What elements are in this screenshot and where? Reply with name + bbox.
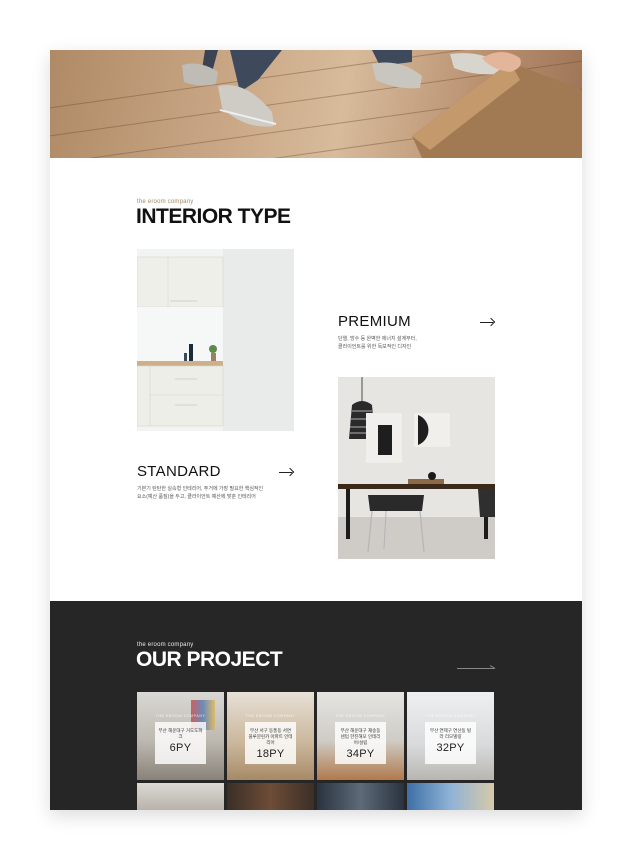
- project-card-size: 18PY: [256, 748, 285, 760]
- project-card-partial[interactable]: [407, 783, 494, 810]
- project-card-size: 34PY: [346, 748, 375, 760]
- hero-people-illustration: [182, 50, 582, 158]
- hero-image: [50, 50, 582, 158]
- project-card-brand-mark: THE EROOM COMPANY: [335, 714, 386, 718]
- project-card[interactable]: THE EROOM COMPANY 부산 해운대구 재송동 센텀 한진해모 인테…: [317, 692, 404, 780]
- project-card-partial[interactable]: [317, 783, 404, 810]
- standard-kitchen-image[interactable]: [137, 249, 294, 431]
- project-card-label-plate: 부산 해운대구 재송동 센텀 한진해모 인테리어/설립 34PY: [335, 722, 386, 764]
- standard-description: 기본기 탄탄한 실속형 인테리어, 주거에 가장 필요한 핵심적인 요소(예산 …: [137, 485, 277, 501]
- project-heading: OUR PROJECT: [136, 648, 283, 671]
- project-card-brand-mark: THE EROOM COMPANY: [245, 714, 296, 718]
- premium-desc-line-2: 클라이언트를 위한 독보적인 디자인: [338, 344, 412, 350]
- premium-title[interactable]: PREMIUM: [338, 313, 411, 330]
- project-card-brand-mark: THE EROOM COMPANY: [155, 714, 206, 718]
- standard-title[interactable]: STANDARD: [137, 463, 221, 480]
- standard-arrow-icon[interactable]: [279, 467, 295, 476]
- project-card[interactable]: THE EROOM COMPANY 부산 연제구 연산동 빌라 리모델링 32P…: [407, 692, 494, 780]
- project-card-size: 6PY: [169, 742, 192, 754]
- project-more-arrow-icon[interactable]: [457, 663, 496, 669]
- interior-heading: INTERIOR TYPE: [136, 205, 291, 228]
- project-card-brand-mark: THE EROOM COMPANY: [425, 714, 476, 718]
- premium-description: 단열, 방수 등 완벽한 에너지 설계부터, 클라이언트를 위한 독보적인 디자…: [338, 335, 478, 351]
- project-card-location: 부산 해운대구 재송동 센텀 한진해모 인테리어/설립: [340, 728, 381, 745]
- project-card[interactable]: THE EROOM COMPANY 부산 서구 동풍동 서면블루문린카 아파트 …: [227, 692, 314, 780]
- page-frame: the eroom company INTERIOR TYPE STANDARD…: [50, 50, 582, 810]
- project-section: the eroom company OUR PROJECT THE EROOM …: [50, 601, 582, 810]
- project-card-label-plate: 부산 해운대구 거도도파크 6PY: [155, 722, 206, 764]
- project-card[interactable]: THE EROOM COMPANY 부산 해운대구 거도도파크 6PY: [137, 692, 224, 780]
- project-card-label-plate: 부산 연제구 연산동 빌라 리모델링 32PY: [425, 722, 476, 764]
- project-card-location: 부산 서구 동풍동 서면블루문린카 아파트 인테리어: [248, 728, 293, 745]
- project-card-size: 32PY: [436, 742, 465, 754]
- premium-dining-image[interactable]: [338, 377, 495, 559]
- premium-desc-line-1: 단열, 방수 등 완벽한 에너지 설계부터,: [338, 336, 417, 342]
- project-card-location: 부산 해운대구 거도도파크: [158, 728, 203, 739]
- project-card-partial[interactable]: [227, 783, 314, 810]
- standard-desc-line-2: 요소(예산 품질)을 두고, 클라이언트 예산에 맞춘 인테리어: [137, 494, 256, 500]
- project-card-partial[interactable]: [137, 783, 224, 810]
- project-card-location: 부산 연제구 연산동 빌라 리모델링: [429, 728, 471, 739]
- project-card-label-plate: 부산 서구 동풍동 서면블루문린카 아파트 인테리어 18PY: [245, 722, 296, 764]
- premium-arrow-icon[interactable]: [480, 317, 496, 326]
- standard-desc-line-1: 기본기 탄탄한 실속형 인테리어, 주거에 가장 필요한 핵심적인: [137, 486, 264, 492]
